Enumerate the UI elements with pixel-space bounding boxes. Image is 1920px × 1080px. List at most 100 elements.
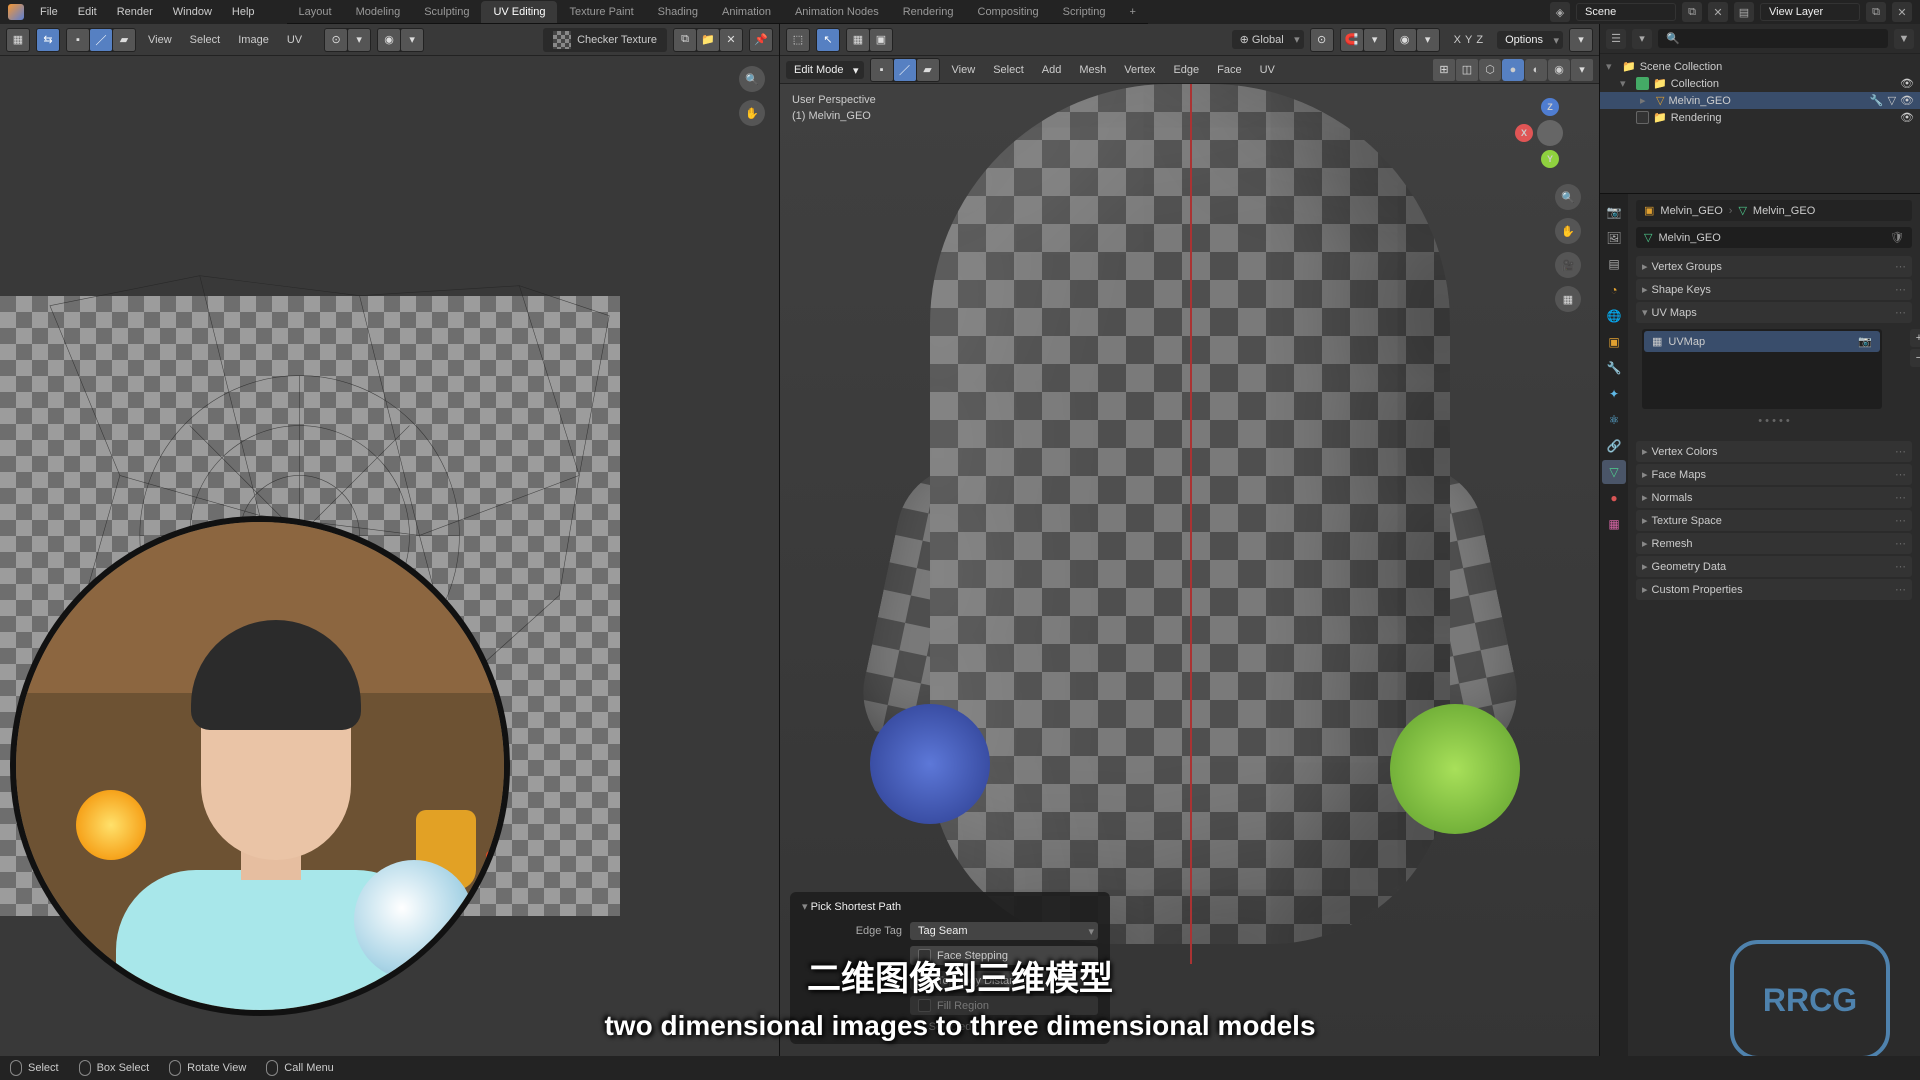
vp-zoom-icon[interactable]: 🔍 [1555,184,1581,210]
ptab-particles-icon[interactable]: ✦ [1602,382,1626,406]
ptab-viewlayer-icon[interactable]: ▤ [1602,252,1626,276]
shading-rendered-icon[interactable]: ◉ [1548,59,1570,81]
viewlayer-delete-icon[interactable]: ✕ [1892,2,1912,22]
uv-menu-view[interactable]: View [142,30,178,50]
overlay-toggle-icon[interactable]: ⊞ [1433,59,1455,81]
vp-menu-select[interactable]: Select [987,60,1030,80]
shading-solid-icon[interactable]: ● [1502,59,1524,81]
uv-menu-uv[interactable]: UV [281,30,308,50]
panel-vertex-colors[interactable]: Vertex Colors⋯ [1636,441,1912,462]
scene-delete-icon[interactable]: ✕ [1708,2,1728,22]
panel-uv-maps[interactable]: UV Maps⋯ [1636,302,1912,323]
snap-mode-icon[interactable]: ▾ [348,29,370,51]
vp-menu-view[interactable]: View [946,60,982,80]
tab-scripting[interactable]: Scripting [1051,1,1118,23]
unlink-image-icon[interactable]: ✕ [720,29,742,51]
tab-texture-paint[interactable]: Texture Paint [557,1,645,23]
tab-compositing[interactable]: Compositing [966,1,1051,23]
uvmap-add-button[interactable]: + [1910,329,1920,347]
tab-animation-nodes[interactable]: Animation Nodes [783,1,891,23]
menu-help[interactable]: Help [224,2,263,22]
panel-custom-props[interactable]: Custom Properties⋯ [1636,579,1912,600]
menu-edit[interactable]: Edit [70,2,105,22]
uv-pan-icon[interactable]: ✋ [739,100,765,126]
snap-toggle-icon[interactable]: 🧲 [1341,29,1363,51]
viewport-canvas[interactable]: User Perspective (1) Melvin_GEO Z Y X 🔍 … [780,84,1599,1056]
uv-zoom-icon[interactable]: 🔍 [739,66,765,92]
uv-menu-select[interactable]: Select [184,30,227,50]
uv-editor-type-icon[interactable]: ▦ [7,29,29,51]
tab-animation[interactable]: Animation [710,1,783,23]
vp-menu-uv[interactable]: UV [1254,60,1281,80]
scene-new-icon[interactable]: ⧉ [1682,2,1702,22]
outliner-display-icon[interactable]: ▾ [1632,29,1652,49]
uvmap-remove-button[interactable]: − [1910,349,1920,367]
snap-icon[interactable]: ⊙ [325,29,347,51]
scene-icon[interactable]: ◈ [1550,2,1570,22]
modifier-icon[interactable]: 🔧 [1870,94,1884,107]
menu-render[interactable]: Render [109,2,161,22]
tree-rendering[interactable]: 📁 Rendering 👁 [1600,109,1920,126]
viewport-extra-icon[interactable]: ▾ [1570,29,1592,51]
tab-modeling[interactable]: Modeling [344,1,413,23]
outliner-filter-icon[interactable]: ▼ [1894,29,1914,49]
eye-icon[interactable]: 👁 [1900,94,1914,107]
uv-select-vertex-icon[interactable]: ▪ [67,29,89,51]
select-mode-1-icon[interactable]: ▦ [847,29,869,51]
shield-icon[interactable]: 🛡 [1890,231,1904,244]
tab-rendering[interactable]: Rendering [891,1,966,23]
panel-shape-keys[interactable]: Shape Keys⋯ [1636,279,1912,300]
ptab-world-icon[interactable]: 🌐 [1602,304,1626,328]
proportional-icon[interactable]: ◉ [378,29,400,51]
uv-canvas[interactable]: 🔍 ✋ [0,56,779,1056]
ptab-texture-icon[interactable]: ▦ [1602,512,1626,536]
eye-icon[interactable]: 👁 [1900,111,1914,124]
uv-select-edge-icon[interactable]: ／ [90,29,112,51]
ptab-modifier-icon[interactable]: 🔧 [1602,356,1626,380]
viewlayer-icon[interactable]: ▤ [1734,2,1754,22]
mesh-data-icon[interactable]: ▽ [1888,94,1896,107]
gizmo-z-icon[interactable]: Z [1541,98,1559,116]
ptab-physics-icon[interactable]: ⚛ [1602,408,1626,432]
proportional-mode-icon[interactable]: ▾ [401,29,423,51]
ptab-object-icon[interactable]: ▣ [1602,330,1626,354]
viewport-type-icon[interactable]: ⬚ [787,29,809,51]
scene-name-input[interactable] [1576,3,1676,21]
op-edge-tag-dropdown[interactable]: Tag Seam [910,922,1098,940]
vp-pan-icon[interactable]: ✋ [1555,218,1581,244]
vp-menu-edge[interactable]: Edge [1167,60,1205,80]
pin-icon[interactable]: 📌 [750,29,772,51]
vp-menu-face[interactable]: Face [1211,60,1247,80]
tree-scene-collection[interactable]: ▾📁 Scene Collection [1600,58,1920,75]
pivot-icon[interactable]: ⊙ [1311,29,1333,51]
uvmap-list[interactable]: ▦ UVMap 📷 [1642,329,1882,409]
viewlayer-name-input[interactable] [1760,3,1860,21]
viewlayer-new-icon[interactable]: ⧉ [1866,2,1886,22]
ptab-output-icon[interactable]: 🖼 [1602,226,1626,250]
shading-dropdown-icon[interactable]: ▾ [1571,59,1593,81]
outliner-search[interactable]: 🔍 [1658,29,1888,48]
panel-geometry-data[interactable]: Geometry Data⋯ [1636,556,1912,577]
menu-file[interactable]: File [32,2,66,22]
tool-cursor-icon[interactable]: ↖ [817,29,839,51]
select-mode-2-icon[interactable]: ▣ [870,29,892,51]
camera-icon[interactable]: 📷 [1858,335,1872,348]
props-breadcrumb[interactable]: ▣ Melvin_GEO › ▽ Melvin_GEO [1636,200,1912,221]
uv-sync-selection-icon[interactable]: ⇆ [37,29,59,51]
tab-add[interactable]: + [1117,1,1147,23]
ptab-mesh-icon[interactable]: ▽ [1602,460,1626,484]
ptab-render-icon[interactable]: 📷 [1602,200,1626,224]
proportional-falloff-icon[interactable]: ▾ [1417,29,1439,51]
tree-collection[interactable]: ▾ 📁 Collection 👁 [1600,75,1920,92]
mode-selector[interactable]: Edit Mode [786,61,864,79]
new-image-icon[interactable]: ⧉ [674,29,696,51]
tab-sculpting[interactable]: Sculpting [412,1,481,23]
gizmo-y-icon[interactable]: Y [1541,150,1559,168]
panel-face-maps[interactable]: Face Maps⋯ [1636,464,1912,485]
gizmo-x-icon[interactable]: X [1515,124,1533,142]
panel-remesh[interactable]: Remesh⋯ [1636,533,1912,554]
snap-target-icon[interactable]: ▾ [1364,29,1386,51]
uv-menu-image[interactable]: Image [232,30,275,50]
panel-normals[interactable]: Normals⋯ [1636,487,1912,508]
uv-select-face-icon[interactable]: ▰ [113,29,135,51]
